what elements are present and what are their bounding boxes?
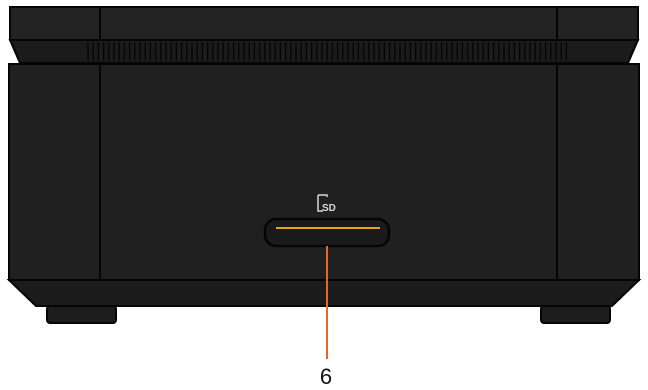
device-front-view: SD bbox=[6, 6, 642, 359]
right-foot bbox=[540, 305, 611, 324]
main-body bbox=[8, 63, 640, 281]
left-foot bbox=[46, 305, 117, 324]
callout-number: 6 bbox=[319, 364, 333, 389]
sd-card-slot bbox=[263, 217, 391, 248]
top-lid bbox=[9, 6, 639, 41]
sd-icon-label: SD bbox=[322, 203, 336, 214]
vent-grille bbox=[8, 39, 640, 64]
bottom-bevel bbox=[6, 279, 642, 307]
